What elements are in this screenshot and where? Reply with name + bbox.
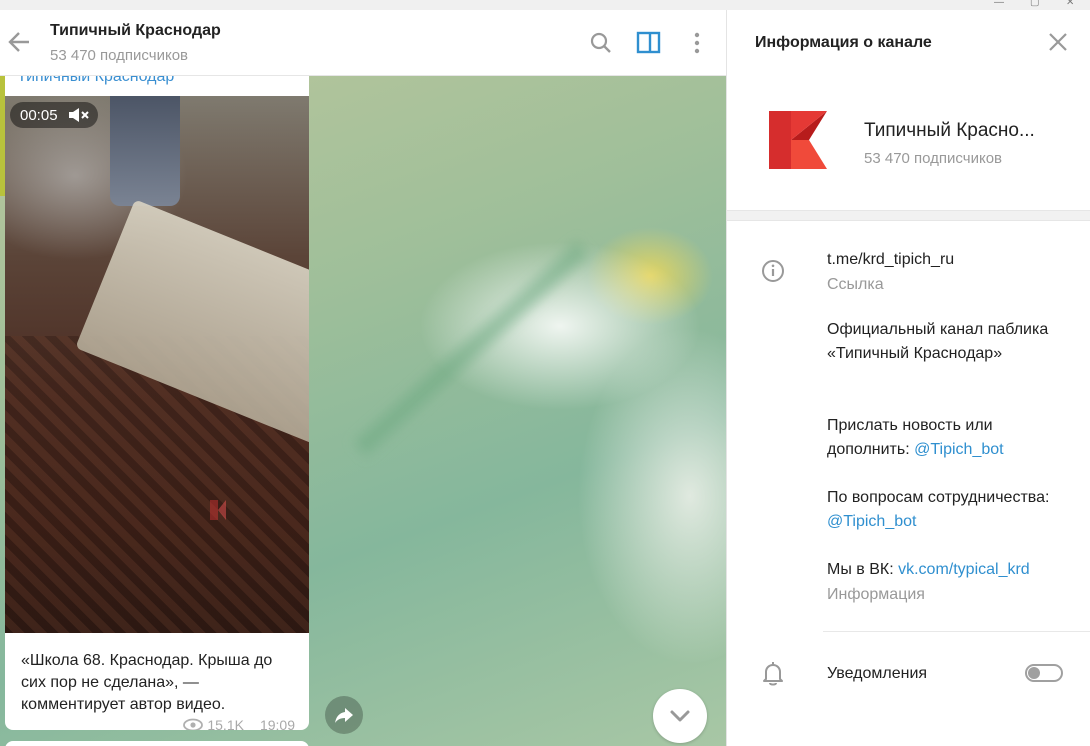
channel-name: Типичный Красно...: [864, 120, 1035, 141]
description-4-text: Мы в ВК:: [827, 561, 899, 578]
channel-link[interactable]: t.me/krd_tipich_ru: [827, 248, 1077, 272]
notifications-label: Уведомления: [827, 665, 928, 682]
section-separator: [727, 210, 1090, 221]
video-time-pill: 00:05: [10, 102, 98, 128]
channel-description-2: Прислать новость или дополнить: @Tipich_…: [827, 414, 1077, 462]
bell-icon: [763, 662, 783, 686]
chevron-down-icon: [670, 710, 690, 722]
divider: [823, 631, 1090, 632]
maximize-icon[interactable]: ▢: [1030, 0, 1039, 8]
channel-description-1: Официальный канал паблика «Типичный Крас…: [827, 321, 1049, 362]
scroll-down-button[interactable]: [653, 689, 707, 743]
arrow-left-icon[interactable]: [6, 28, 34, 56]
video-watermark-logo: [210, 500, 226, 520]
more-vertical-icon[interactable]: [684, 30, 710, 56]
message-time: 19:09: [259, 717, 295, 730]
close-icon[interactable]: [1047, 31, 1069, 53]
description-3-text: По вопросам сотрудничества:: [827, 489, 1050, 506]
next-message-bubble[interactable]: [5, 741, 309, 746]
share-icon: [335, 708, 353, 723]
channel-link-label: Ссылка: [827, 276, 884, 293]
video-time: 00:05: [20, 107, 58, 124]
chat-title[interactable]: Типичный Краснодар: [50, 22, 221, 40]
chat-subscribers: 53 470 подписчиков: [50, 47, 189, 64]
vk-link[interactable]: vk.com/typical_krd: [898, 561, 1030, 578]
info-label: Информация: [827, 586, 925, 603]
eye-icon: [183, 718, 204, 730]
window-top-strip: [0, 0, 1090, 10]
channel-description-3: По вопросам сотрудничества: @Tipich_bot: [827, 486, 1077, 534]
search-icon[interactable]: [588, 30, 614, 56]
tipich-bot-link-2[interactable]: @Tipich_bot: [827, 513, 916, 530]
message-caption: «Школа 68. Краснодар. Крыша до сих пор н…: [21, 652, 273, 713]
window-close-icon[interactable]: ✕: [1066, 0, 1074, 8]
tipich-bot-link[interactable]: @Tipich_bot: [914, 441, 1003, 458]
sidebar-toggle-icon[interactable]: [636, 30, 662, 56]
info-icon: [762, 260, 784, 282]
message-meta: 15.1K 19:09: [183, 717, 295, 730]
message-bubble[interactable]: 00:05 «Школа 68. Краснодар. Крыша до сих…: [5, 50, 309, 730]
channel-info-panel: Информация о канале Типичный Красно... 5…: [726, 10, 1090, 746]
channel-logo[interactable]: [769, 111, 827, 169]
chat-area: 00:05 «Школа 68. Краснодар. Крыша до сих…: [0, 10, 726, 746]
notifications-toggle[interactable]: [1025, 664, 1063, 682]
mute-icon[interactable]: [68, 107, 92, 123]
channel-description-4: Мы в ВК: vk.com/typical_krd: [827, 558, 1077, 582]
message-views: 15.1K: [207, 717, 244, 730]
video-person: [110, 96, 180, 206]
minimize-icon[interactable]: —: [994, 0, 1004, 8]
panel-title: Информация о канале: [755, 34, 932, 51]
share-button[interactable]: [325, 696, 363, 734]
toggle-knob: [1028, 667, 1040, 679]
video-preview[interactable]: 00:05: [5, 96, 309, 633]
channel-subscribers: 53 470 подписчиков: [864, 150, 1003, 167]
chat-header: Типичный Краснодар 53 470 подписчиков: [0, 10, 726, 76]
